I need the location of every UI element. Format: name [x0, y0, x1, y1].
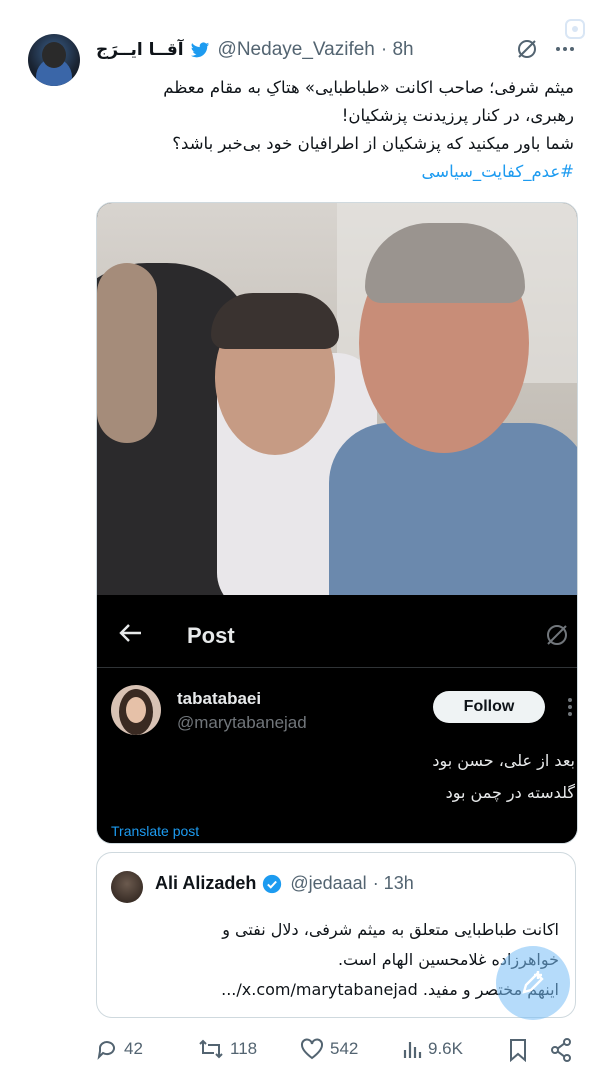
action-bar: 42 118 542 9.6K	[96, 1038, 574, 1064]
tweet-text-line: شما باور میکنید که پزشکیان از اطرافیان خ…	[172, 134, 574, 153]
tweet-media[interactable]: Post tabatabaei @marytabanejad Follow بع…	[96, 202, 578, 844]
author-avatar[interactable]	[28, 34, 80, 86]
reply-count: 42	[124, 1039, 143, 1058]
quote-handle[interactable]: @jedaaal	[290, 873, 366, 894]
quote-author-avatar[interactable]	[111, 871, 143, 903]
follow-button[interactable]: Follow	[433, 691, 545, 723]
views-count: 9.6K	[428, 1039, 463, 1058]
bookmark-icon[interactable]	[508, 1038, 528, 1062]
embedded-post-screenshot: Post tabatabaei @marytabanejad Follow بع…	[97, 595, 577, 843]
translate-post-link[interactable]: Translate post	[111, 823, 199, 839]
tweet-text: میثم شرفی؛ صاحب اکانت «طباطبایی» هتاکِ ب…	[96, 74, 574, 186]
quote-text-line: اکانت طباطبایی متعلق به میثم شرفی، دلال …	[222, 920, 559, 939]
watermark-logo-icon	[565, 19, 585, 39]
tweet-text-line: رهبری، در کنار پرزیدنت پزشکیان!	[341, 106, 574, 125]
embedded-post-text: بعد از علی، حسن بود گلدسته در چمن بود	[432, 745, 575, 809]
author-handle[interactable]: @Nedaye_Vazifeh	[218, 39, 375, 61]
compose-icon	[522, 971, 544, 994]
author-display-name[interactable]: آقــا ایــرَج	[96, 40, 184, 60]
grok-icon[interactable]	[516, 38, 538, 60]
like-icon	[301, 1038, 323, 1060]
repost-icon	[199, 1039, 223, 1059]
more-icon[interactable]	[567, 697, 573, 717]
verified-icon	[263, 874, 282, 893]
tabatabaei-avatar[interactable]	[111, 685, 161, 735]
tweet-header: آقــا ایــرَج @Nedaye_Vazifeh · 8h	[96, 38, 414, 62]
share-icon[interactable]	[550, 1038, 572, 1062]
hashtag-link[interactable]: #عدم_کفایت_سیاسی	[96, 158, 574, 186]
post-top-bar: Post	[97, 595, 577, 668]
post-title: Post	[187, 623, 235, 648]
twitter-bird-icon	[190, 42, 209, 58]
tabatabaei-handle[interactable]: @marytabanejad	[177, 713, 307, 733]
quote-header: Ali Alizadeh @jedaaal · 13h	[155, 873, 414, 894]
back-arrow-icon[interactable]	[119, 623, 143, 643]
repost-action[interactable]: 118	[198, 1038, 257, 1060]
news-photo[interactable]	[97, 203, 577, 595]
grok-icon[interactable]	[545, 623, 569, 647]
repost-count: 118	[230, 1039, 258, 1058]
embedded-post-line: گلدسته در چمن بود	[445, 783, 575, 802]
reply-action[interactable]: 42	[96, 1038, 143, 1060]
quote-author-name[interactable]: Ali Alizadeh	[155, 873, 256, 894]
tweet-text-line: میثم شرفی؛ صاحب اکانت «طباطبایی» هتاکِ ب…	[163, 78, 574, 97]
quote-time[interactable]: · 13h	[373, 873, 414, 894]
views-icon	[403, 1042, 422, 1058]
like-action[interactable]: 542	[300, 1038, 358, 1060]
more-icon[interactable]	[554, 38, 576, 60]
reply-icon	[97, 1041, 115, 1060]
like-count: 542	[330, 1039, 359, 1058]
embedded-post-line: بعد از علی، حسن بود	[432, 751, 575, 770]
tabatabaei-name[interactable]: tabatabaei	[177, 689, 261, 709]
views-action[interactable]: 9.6K	[402, 1038, 463, 1060]
tweet-time[interactable]: · 8h	[381, 39, 414, 61]
compose-button[interactable]	[496, 946, 570, 1020]
